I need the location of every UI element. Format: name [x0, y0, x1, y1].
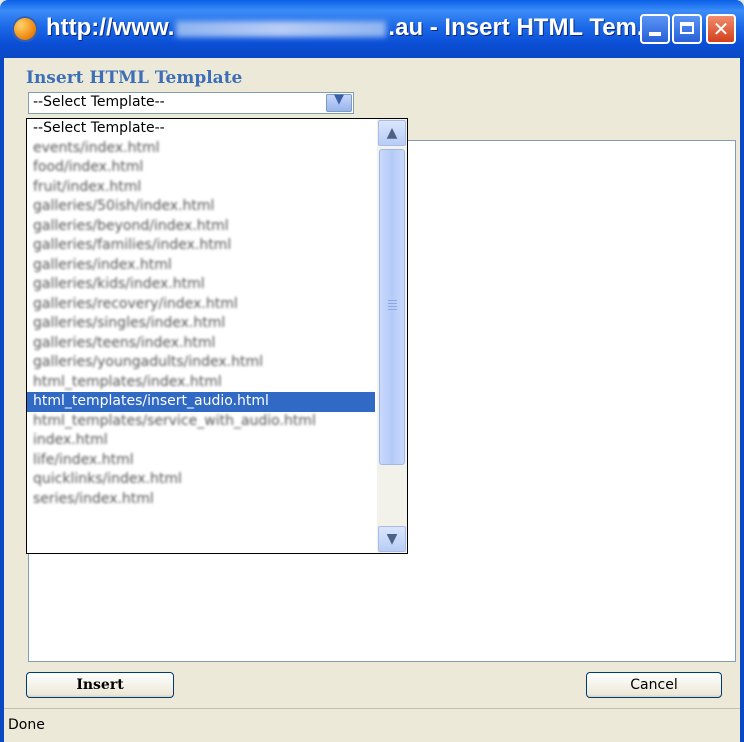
dialog-content: Insert HTML Template --Select Template--…: [4, 58, 740, 708]
list-item[interactable]: series/index.html: [27, 490, 375, 510]
list-item[interactable]: galleries/singles/index.html: [27, 314, 375, 334]
list-item[interactable]: index.html: [27, 431, 375, 451]
list-item[interactable]: galleries/50ish/index.html: [27, 197, 375, 217]
status-bar: Done: [4, 708, 740, 742]
dropdown-scrollbar[interactable]: ▲ ▼: [377, 119, 407, 553]
dropdown-items: --Select Template-- events/index.html food…: [27, 119, 375, 509]
title-suffix: .au - Insert HTML Tem...: [388, 14, 657, 41]
insert-button[interactable]: Insert: [26, 672, 174, 698]
chevron-down-icon: ▼: [386, 531, 398, 547]
close-button[interactable]: ✕: [706, 14, 736, 44]
minimize-icon: [649, 32, 661, 36]
list-item[interactable]: events/index.html: [27, 139, 375, 159]
window-frame-right: [740, 58, 744, 742]
close-icon: ✕: [712, 17, 730, 41]
list-item[interactable]: html_templates/index.html: [27, 373, 375, 393]
list-item[interactable]: life/index.html: [27, 451, 375, 471]
cancel-button[interactable]: Cancel: [586, 672, 722, 698]
list-item[interactable]: --Select Template--: [27, 119, 375, 139]
scroll-down-button[interactable]: ▼: [378, 526, 406, 552]
list-item[interactable]: galleries/beyond/index.html: [27, 217, 375, 237]
chevron-down-icon: ▼: [334, 92, 344, 107]
grip-icon: [388, 300, 397, 310]
list-item[interactable]: galleries/families/index.html: [27, 236, 375, 256]
scroll-up-button[interactable]: ▲: [378, 120, 406, 146]
maximize-icon: [680, 22, 694, 34]
list-item[interactable]: galleries/recovery/index.html: [27, 295, 375, 315]
chevron-up-icon: ▲: [386, 125, 398, 141]
status-text: Done: [8, 717, 45, 733]
firefox-icon: [12, 16, 38, 42]
list-item[interactable]: food/index.html: [27, 158, 375, 178]
list-item[interactable]: galleries/kids/index.html: [27, 275, 375, 295]
list-item[interactable]: fruit/index.html: [27, 178, 375, 198]
template-dropdown-list[interactable]: --Select Template-- events/index.html food…: [26, 118, 408, 554]
title-prefix: http://www.: [46, 14, 175, 41]
template-select[interactable]: --Select Template-- ▼: [28, 92, 354, 114]
list-item[interactable]: galleries/youngadults/index.html: [27, 353, 375, 373]
list-item[interactable]: galleries/teens/index.html: [27, 334, 375, 354]
list-item[interactable]: html_templates/service_with_audio.html: [27, 412, 375, 432]
dialog-heading: Insert HTML Template: [26, 68, 243, 88]
template-select-value: --Select Template--: [33, 94, 165, 110]
list-item[interactable]: galleries/index.html: [27, 256, 375, 276]
minimize-button[interactable]: [640, 14, 670, 44]
list-item[interactable]: quicklinks/index.html: [27, 470, 375, 490]
title-bar[interactable]: http://www. .au - Insert HTML Tem... ✕: [0, 0, 744, 58]
select-dropdown-button[interactable]: ▼: [326, 92, 352, 112]
redacted-domain: [176, 20, 387, 37]
maximize-button[interactable]: [672, 14, 702, 44]
list-item-selected[interactable]: html_templates/insert_audio.html: [27, 392, 375, 412]
window-title: http://www. .au - Insert HTML Tem...: [46, 14, 657, 42]
scroll-thumb[interactable]: [379, 149, 405, 465]
